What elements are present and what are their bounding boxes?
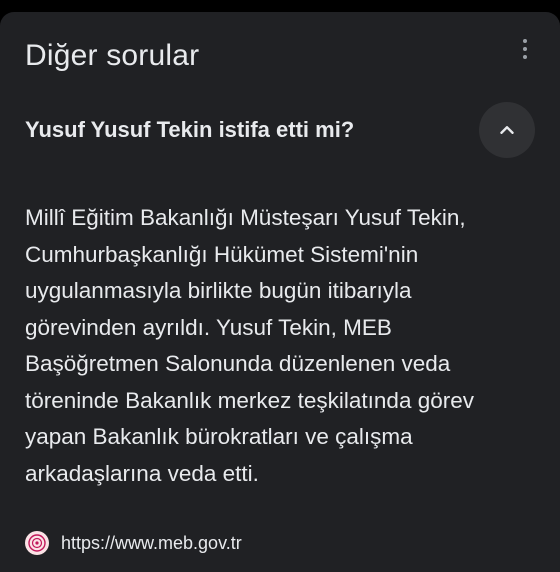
- section-title: Diğer sorular: [25, 39, 200, 72]
- more-vert-icon: [523, 39, 527, 43]
- source-link[interactable]: https://www.meb.gov.tr: [25, 528, 242, 558]
- question-text: Yusuf Yusuf Tekin istifa etti mi?: [25, 117, 355, 142]
- chevron-up-icon: [500, 126, 514, 134]
- meb-logo-icon: [25, 531, 49, 555]
- collapse-button[interactable]: [479, 102, 535, 158]
- more-vert-icon-dot: [523, 47, 527, 51]
- answer-text: Millî Eğitim Bakanlığı Müsteşarı Yusuf T…: [25, 205, 474, 486]
- related-questions-card: Diğer sorular Yusuf Yusuf Tekin istifa e…: [0, 12, 560, 572]
- question-toggle[interactable]: Yusuf Yusuf Tekin istifa etti mi?: [0, 96, 560, 166]
- more-options-button[interactable]: [513, 34, 537, 64]
- more-vert-icon-dot: [523, 55, 527, 59]
- source-url: https://www.meb.gov.tr: [61, 532, 242, 553]
